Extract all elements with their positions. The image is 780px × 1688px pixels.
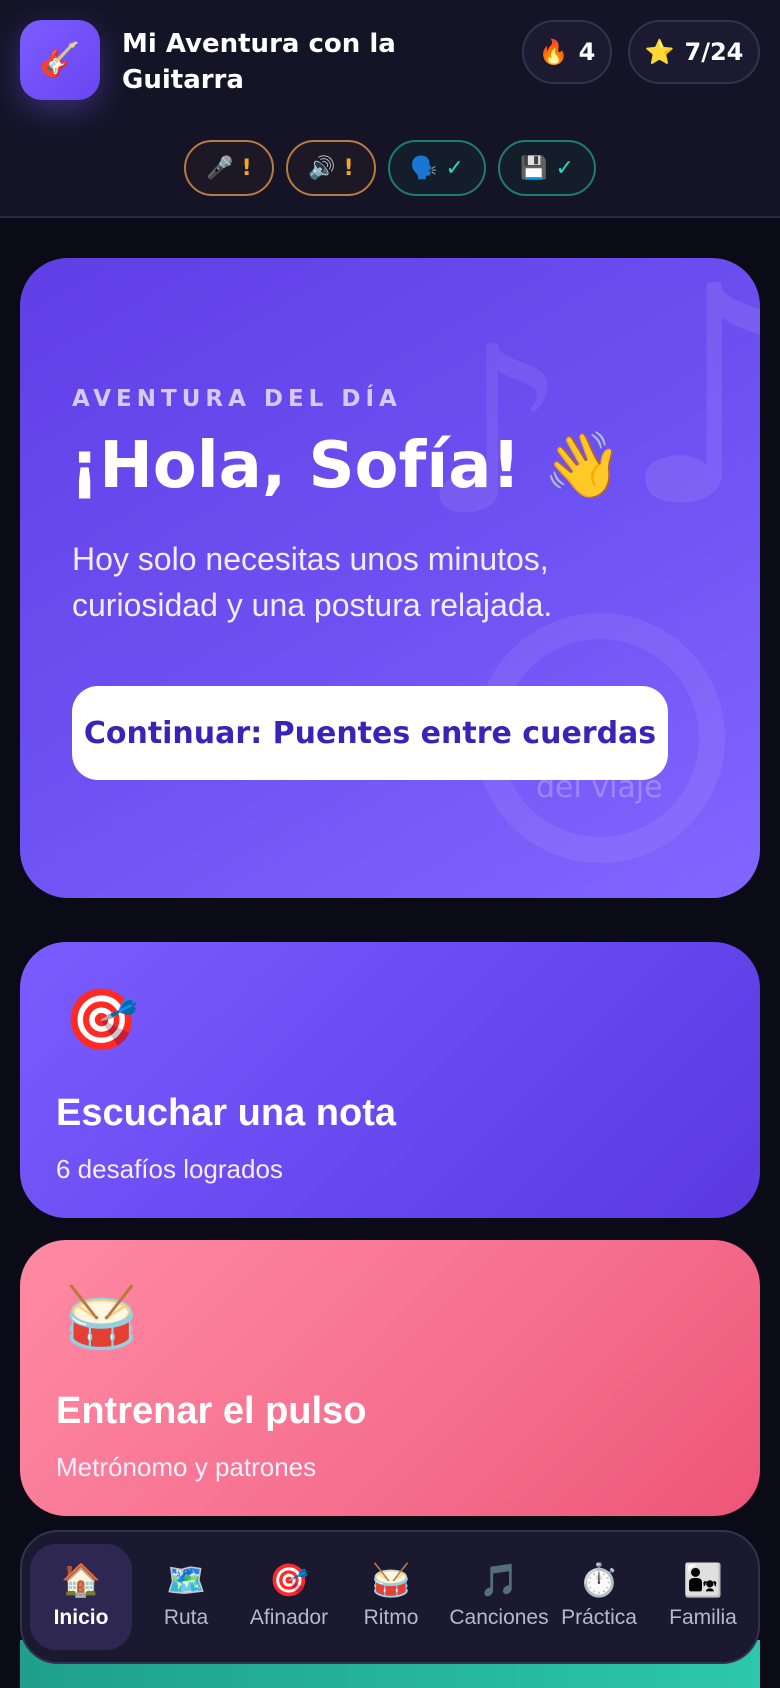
microphone-permission-button[interactable]: 🎤 ! (184, 140, 274, 196)
nav-item-ritmo[interactable]: 🥁 Ritmo (340, 1544, 442, 1650)
streak-count: 4 (578, 38, 596, 66)
hero-description: Hoy solo necesitas unos minutos, curiosi… (72, 541, 553, 623)
nav-label: Canciones (449, 1606, 549, 1629)
nav-item-ruta[interactable]: 🗺️ Ruta (135, 1544, 237, 1650)
greeting-title: ¡Hola, Sofía! 👋 (70, 429, 623, 503)
target-icon: 🎯 (64, 985, 139, 1055)
card-subtitle: Metrónomo y patrones (56, 1452, 317, 1482)
listen-note-card[interactable]: 🎯 Escuchar una nota 6 desafíos logrados (20, 942, 760, 1218)
nav-label: Familia (669, 1606, 737, 1629)
guitar-icon: 🎸 (38, 40, 82, 80)
app-logo[interactable]: 🎸 (20, 20, 100, 100)
sound-permission-button[interactable]: 🔊 ! (286, 140, 376, 196)
nav-item-inicio[interactable]: 🏠 Inicio (30, 1544, 132, 1650)
microphone-icon: 🎤 (206, 155, 234, 181)
nav-label: Práctica (561, 1606, 637, 1629)
save-status-button[interactable]: 💾 ✓ (498, 140, 596, 196)
stars-badge[interactable]: ⭐ 7/24 (628, 20, 760, 84)
fire-icon: 🔥 (538, 38, 569, 66)
voice-permission-button[interactable]: 🗣️ ✓ (388, 140, 486, 196)
warning-mark: ! (343, 155, 354, 181)
floppy-disk-icon: 💾 (520, 155, 548, 181)
card-title: Entrenar el pulso (56, 1390, 367, 1432)
card-title: Escuchar una nota (56, 1092, 396, 1134)
star-icon: ⭐ (644, 38, 675, 66)
house-icon: 🏠 (61, 1561, 101, 1599)
nav-item-practica[interactable]: ⏱️ Práctica (548, 1544, 650, 1650)
permission-status-row: 🎤 ! 🔊 ! 🗣️ ✓ 💾 ✓ (0, 140, 780, 196)
rhythm-training-card[interactable]: 🥁 Entrenar el pulso Metrónomo y patrones (20, 1240, 760, 1516)
speaking-head-icon: 🗣️ (410, 155, 438, 181)
app-header: 🎸 Mi Aventura con la Guitarra 🔥 4 ⭐ 7/24… (0, 0, 780, 218)
drum-icon: 🥁 (371, 1561, 411, 1599)
bottom-navigation: 🏠 Inicio 🗺️ Ruta 🎯 Afinador 🥁 Ritmo 🎵 Ca… (20, 1530, 760, 1664)
card-subtitle: 6 desafíos logrados (56, 1154, 283, 1184)
warning-mark: ! (241, 155, 252, 181)
check-mark: ✓ (445, 155, 464, 181)
family-icon: 👨‍👧 (683, 1561, 723, 1599)
stopwatch-icon: ⏱️ (579, 1561, 619, 1599)
stars-count: 7/24 (684, 38, 744, 66)
nav-label: Ruta (163, 1606, 209, 1629)
app-title: Mi Aventura con la Guitarra (122, 29, 396, 95)
streak-badge[interactable]: 🔥 4 (522, 20, 612, 84)
nav-label: Inicio (53, 1606, 109, 1629)
check-mark: ✓ (555, 155, 574, 181)
nav-item-familia[interactable]: 👨‍👧 Familia (652, 1544, 754, 1650)
continue-lesson-button[interactable]: Continuar: Puentes entre cuerdas (72, 686, 668, 780)
nav-item-canciones[interactable]: 🎵 Canciones (444, 1544, 554, 1650)
target-icon: 🎯 (269, 1561, 309, 1599)
nav-label: Ritmo (363, 1606, 419, 1629)
map-icon: 🗺️ (166, 1561, 206, 1599)
nav-label: Afinador (249, 1606, 329, 1629)
nav-item-afinador[interactable]: 🎯 Afinador (238, 1544, 340, 1650)
music-notes-icon: 🎵 (479, 1561, 519, 1599)
speaker-icon: 🔊 (308, 155, 336, 181)
hero-kicker: AVENTURA DEL DÍA (72, 386, 402, 412)
drum-icon: 🥁 (64, 1283, 139, 1353)
daily-adventure-hero: ♪ ♪ del viaje AVENTURA DEL DÍA ¡Hola, So… (20, 258, 760, 898)
music-note-decoration-icon: ♪ (620, 258, 760, 572)
